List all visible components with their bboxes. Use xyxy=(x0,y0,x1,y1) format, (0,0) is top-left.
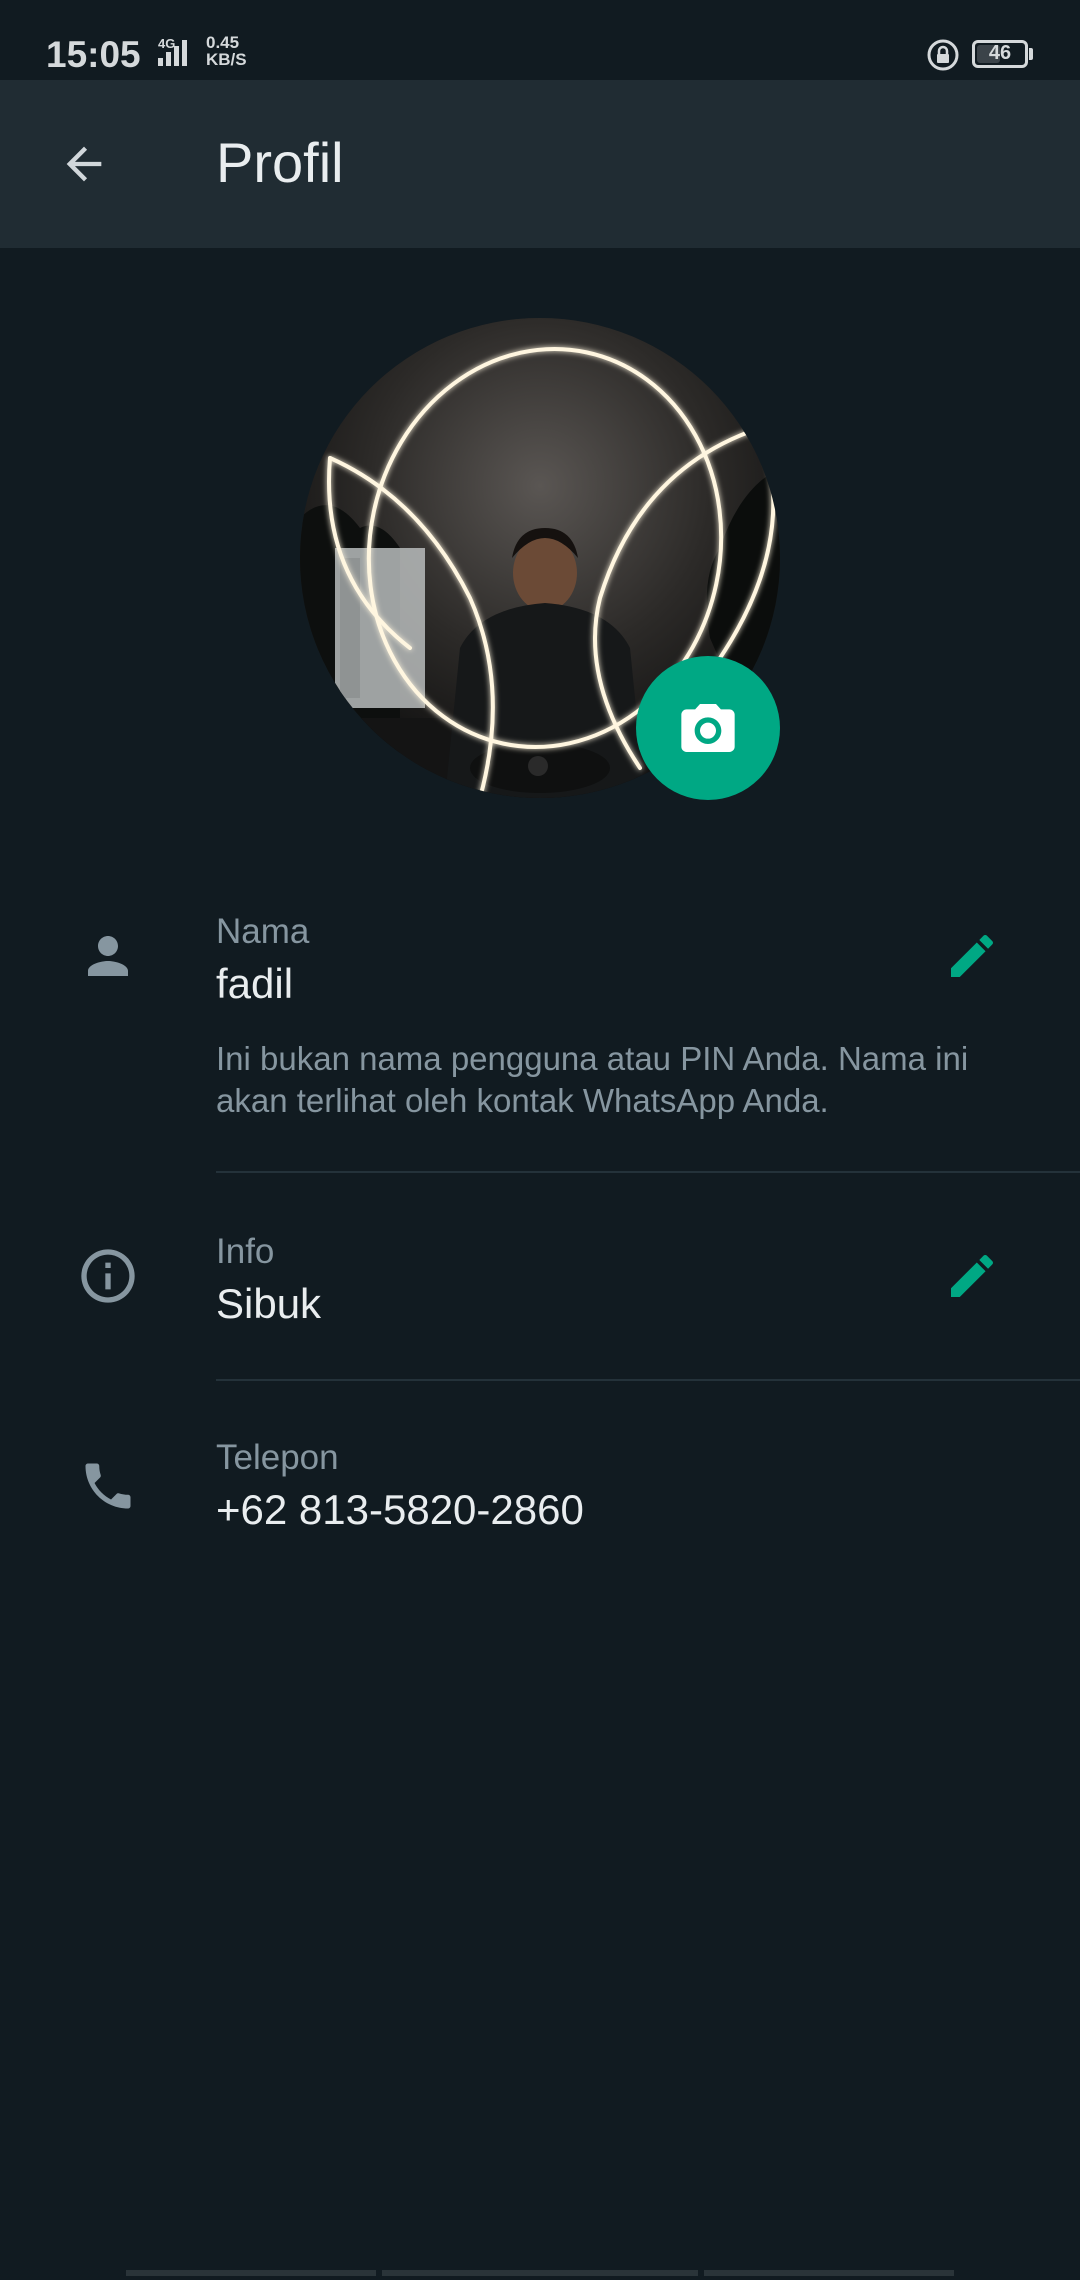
network-speed: 0.45 KB/S xyxy=(206,34,247,68)
pencil-icon xyxy=(951,934,994,977)
network-type: 4G xyxy=(158,36,176,51)
arrow-left-icon xyxy=(66,146,102,182)
phone-value: +62 813-5820-2860 xyxy=(216,1486,584,1533)
phone-row: Telepon +62 813-5820-2860 xyxy=(0,1428,1080,1588)
app-bar: Profil xyxy=(0,80,1080,248)
edit-info-button[interactable] xyxy=(932,1236,1012,1316)
divider xyxy=(216,1379,1080,1381)
back-button[interactable] xyxy=(44,124,124,204)
nav-hint-left xyxy=(126,2270,376,2276)
person-icon xyxy=(72,920,144,992)
nav-hint-right xyxy=(704,2270,954,2276)
network-speed-value: 0.45 xyxy=(206,33,240,52)
phone-icon xyxy=(72,1450,144,1522)
name-label: Nama xyxy=(216,912,310,951)
phone-label: Telepon xyxy=(216,1438,339,1477)
battery-cap xyxy=(1029,48,1033,60)
profile-screen: 15:05 4G 0.45 KB/S 46 Profil Nama fadil … xyxy=(0,0,1080,2280)
info-row[interactable]: Info Sibuk xyxy=(0,1220,1080,1380)
name-value: fadil xyxy=(216,960,294,1007)
info-label: Info xyxy=(216,1232,275,1271)
pencil-icon xyxy=(951,1254,994,1297)
info-icon xyxy=(72,1240,144,1312)
network-speed-unit: KB/S xyxy=(206,50,247,69)
camera-icon xyxy=(681,704,735,752)
page-title: Profil xyxy=(216,131,344,194)
rotation-lock-icon xyxy=(927,39,959,71)
battery-indicator: 46 xyxy=(972,40,1028,68)
nav-hint-center xyxy=(382,2270,698,2276)
battery-level: 46 xyxy=(988,42,1012,64)
status-time: 15:05 xyxy=(46,34,141,75)
change-photo-button[interactable] xyxy=(636,656,780,800)
name-hint: Ini bukan nama pengguna atau PIN Anda. N… xyxy=(216,1040,969,1119)
info-value: Sibuk xyxy=(216,1280,322,1327)
name-row[interactable]: Nama fadil Ini bukan nama pengguna atau … xyxy=(0,900,1080,1180)
edit-name-button[interactable] xyxy=(932,916,1012,996)
divider xyxy=(216,1171,1080,1173)
status-bar: 15:05 4G 0.45 KB/S 46 xyxy=(0,0,1080,80)
